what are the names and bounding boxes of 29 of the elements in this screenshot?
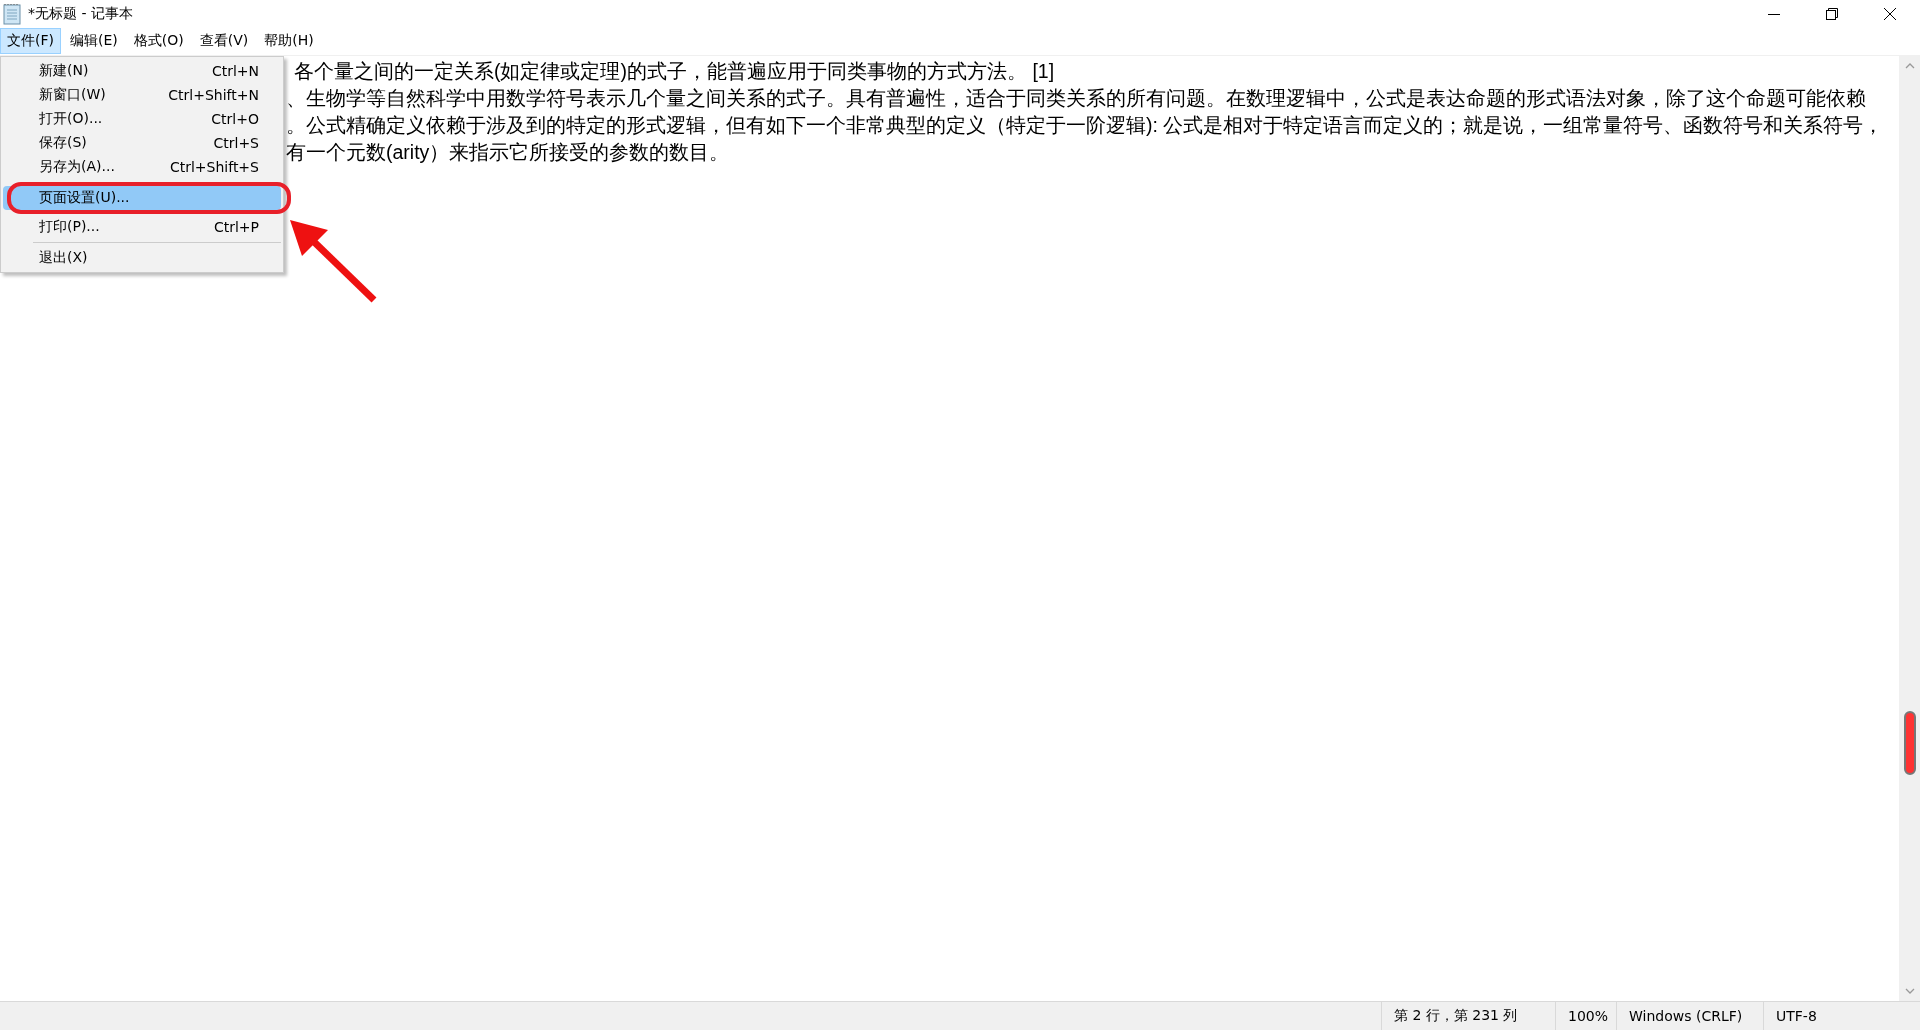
scrollbar[interactable]: [1899, 56, 1920, 1001]
menu-option[interactable]: 打印(P)... Ctrl+P: [3, 215, 281, 239]
status-text: 第 2 行，第 231 列: [1381, 1002, 1555, 1030]
menu-item[interactable]: 文件(F): [0, 28, 61, 54]
menu-option[interactable]: 新窗口(W) Ctrl+Shift+N: [3, 83, 281, 107]
menu-option[interactable]: 另存为(A)... Ctrl+Shift+S: [3, 155, 281, 179]
scroll-thumb[interactable]: [1903, 711, 1916, 775]
status-text: UTF-8: [1763, 1002, 1920, 1030]
menu-option[interactable]: 新建(N) Ctrl+N: [3, 59, 281, 83]
status-text: 100%: [1555, 1002, 1616, 1030]
status-text: Windows (CRLF): [1616, 1002, 1763, 1030]
scroll-down-icon[interactable]: [1904, 987, 1915, 995]
close-icon[interactable]: [1884, 7, 1896, 20]
text-line: 、生物学等自然科学中用数学符号表示几个量之间关系的式子。具有普遍性，适合于同类关系的所有问题。在数理逻辑中，公式是表达命题的形式语法对象，除了这个命题可能依赖: [286, 86, 1867, 111]
text-line: 各个量之间的一定关系(如定律或定理)的式子，能普遍应用于同类事物的方式方法。 [1]: [293, 59, 1056, 84]
text-line: 有一个元数(arity）来指示它所接受的参数的数目。: [286, 140, 731, 165]
text-line: 。公式精确定义依赖于涉及到的特定的形式逻辑，但有如下一个非常典型的定义（特定于一阶逻辑): 公式是相对于特定语言而定义的；就是说，一组常量符号、函数符号和关系符号，: [286, 113, 1885, 138]
menu-item[interactable]: 编辑(E): [63, 28, 125, 54]
menu-option[interactable]: 页面设置(U)...: [3, 186, 281, 210]
window-title: *无标题 - 记事本: [28, 4, 133, 23]
menu-option[interactable]: 打开(O)... Ctrl+O: [3, 107, 281, 131]
menu-option[interactable]: 退出(X): [3, 246, 281, 270]
menu-item[interactable]: 格式(O): [126, 28, 191, 54]
menu-item[interactable]: 帮助(H): [257, 28, 321, 54]
menu-item[interactable]: 查看(V): [192, 28, 256, 54]
restore-icon[interactable]: [1826, 7, 1838, 20]
scroll-up-icon[interactable]: [1904, 62, 1915, 70]
menu-option[interactable]: 保存(S) Ctrl+S: [3, 131, 281, 155]
notepad-icon: [2, 2, 22, 25]
